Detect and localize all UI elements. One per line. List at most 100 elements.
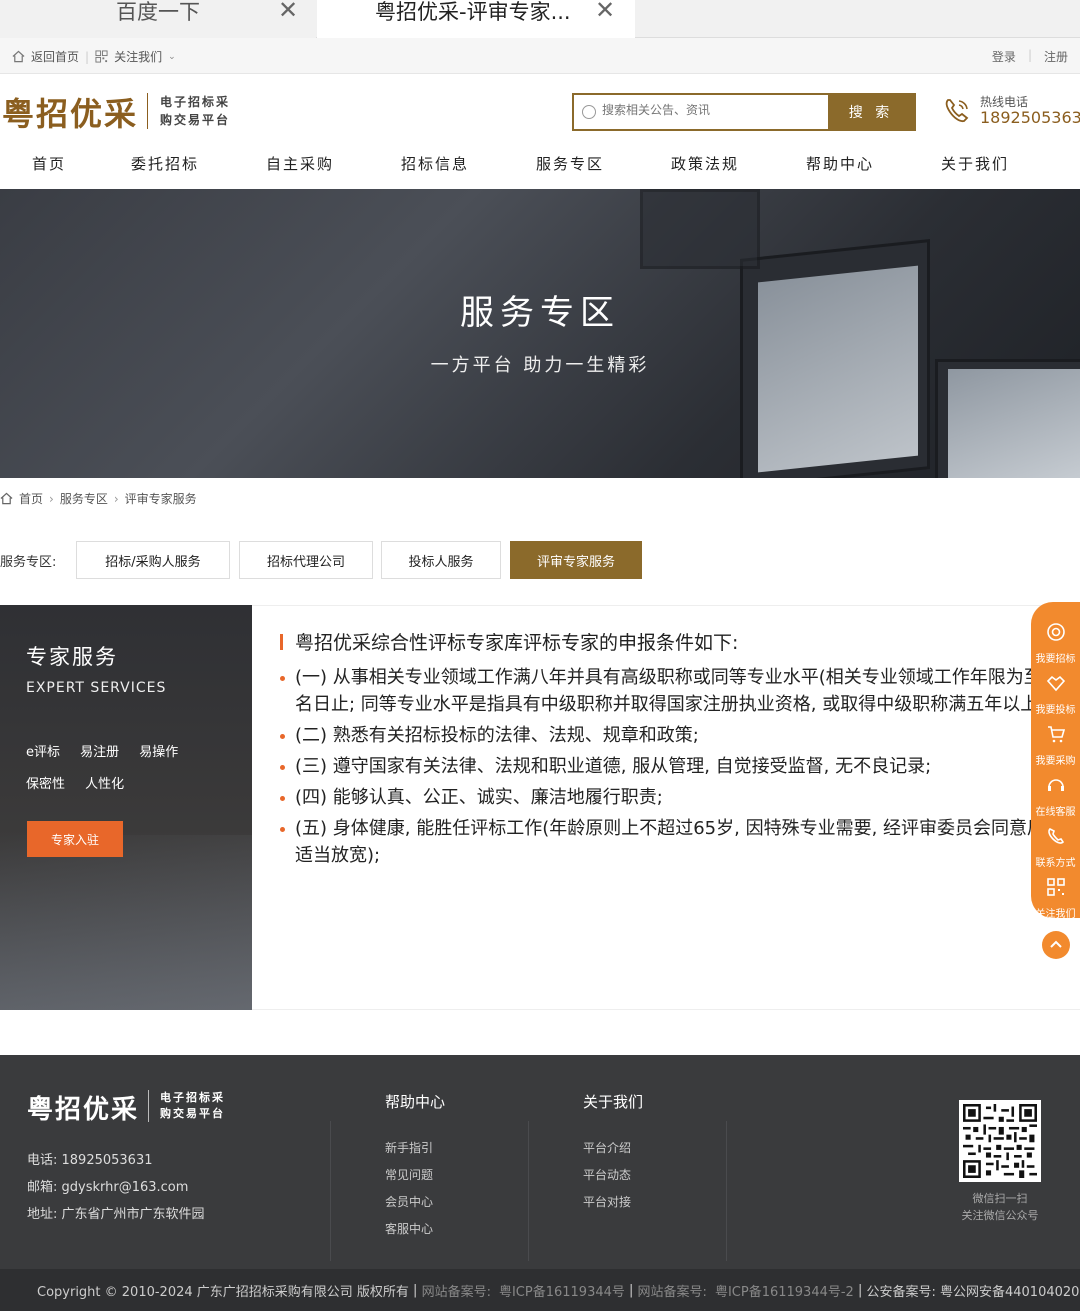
browser-tab-bar: 百度一下 ✕ 粤招优采-评审专家... ✕: [0, 0, 1080, 38]
footer-email: 邮箱: gdyskrhr@163.com: [27, 1180, 189, 1195]
divider: |: [408, 1282, 422, 1298]
requirements-list: (一) 从事相关专业领域工作满八年并具有高级职称或同等专业水平(相关专业领域工作…: [278, 664, 1068, 873]
list-item: (三) 遵守国家有关法律、法规和职业道德, 服从管理, 自觉接受监督, 无不良记…: [278, 753, 1068, 780]
nav-item-home[interactable]: 首页: [32, 153, 66, 174]
browser-tab-active[interactable]: 粤招优采-评审专家... ✕: [317, 0, 635, 38]
police-record[interactable]: 公安备案号: 粤公网安备44010402000761: [866, 1281, 1080, 1300]
float-item-label: 在线客服: [1035, 807, 1076, 818]
float-item-tender[interactable]: 我要招标: [1031, 614, 1080, 665]
nav-item-help[interactable]: 帮助中心: [806, 153, 874, 174]
close-icon[interactable]: ✕: [278, 0, 298, 24]
back-home-link[interactable]: 返回首页: [31, 48, 79, 65]
feature-tag: 人性化: [85, 777, 125, 792]
tab-expert-service[interactable]: 评审专家服务: [510, 541, 642, 579]
expert-service-panel: 专家服务 EXPERT SERVICES e评标 易注册 易操作 保密性 人性化…: [0, 605, 252, 1010]
divider: |: [853, 1282, 867, 1298]
site-footer: 粤招优采 电子招标采 购交易平台 电话: 18925053631 邮箱: gdy…: [0, 1055, 1080, 1269]
hotline-number: 18925053631: [980, 108, 1080, 127]
footer-link[interactable]: 客服中心: [385, 1216, 433, 1243]
float-item-purchase[interactable]: 我要采购: [1031, 716, 1080, 767]
expert-join-button[interactable]: 专家入驻: [27, 821, 123, 857]
float-item-bid[interactable]: 我要投标: [1031, 665, 1080, 716]
cart-icon: [1048, 726, 1066, 743]
footer-logo: 粤招优采: [27, 1095, 140, 1125]
float-item-contact[interactable]: 联系方式: [1031, 818, 1080, 869]
site-logo[interactable]: 粤招优采: [2, 89, 138, 135]
nav-item-self-purchase[interactable]: 自主采购: [266, 153, 334, 174]
divider: [330, 1121, 331, 1261]
icp-label: 网站备案号:: [637, 1284, 707, 1300]
search-button[interactable]: 搜 索: [828, 95, 914, 129]
footer-help-title: 帮助中心: [385, 1093, 446, 1111]
service-tabs: 服务专区: 招标/采购人服务 招标代理公司 投标人服务 评审专家服务: [0, 541, 1080, 579]
icp-number-link[interactable]: 粤ICP备16119344号-2: [715, 1281, 854, 1300]
qr-grid-icon: [95, 50, 108, 63]
chevron-up-icon: [1050, 940, 1062, 948]
close-icon[interactable]: ✕: [595, 0, 615, 24]
list-item: (一) 从事相关专业领域工作满八年并具有高级职称或同等专业水平(相关专业领域工作…: [278, 664, 1068, 718]
breadcrumb-home[interactable]: 首页: [19, 490, 43, 507]
chevron-right-icon: ›: [113, 491, 119, 506]
login-link[interactable]: 登录: [992, 48, 1016, 65]
qr-caption: 微信扫一扫 关注微信公众号: [940, 1190, 1060, 1224]
phone-icon: [1048, 828, 1065, 844]
breadcrumb-service[interactable]: 服务专区: [60, 490, 108, 507]
icp-number-link[interactable]: 粤ICP备16119344号: [499, 1281, 625, 1300]
feature-tag: 保密性: [26, 777, 66, 792]
nav-item-policy[interactable]: 政策法规: [671, 153, 739, 174]
laptop-graphic: [0, 835, 252, 1010]
qr-caption-line: 微信扫一扫: [972, 1192, 1028, 1205]
content-title-text: 粤招优采综合性评标专家库评标专家的申报条件如下:: [295, 632, 739, 654]
search-input[interactable]: [602, 103, 822, 117]
handshake-icon: [1046, 675, 1066, 692]
footer-link[interactable]: 新手指引: [385, 1135, 433, 1162]
feature-tags: e评标 易注册 易操作 保密性 人性化: [26, 737, 236, 801]
list-item: (四) 能够认真、公正、诚实、廉洁地履行职责;: [278, 784, 1068, 811]
tab-bidder-service[interactable]: 投标人服务: [381, 541, 501, 579]
nav-item-about[interactable]: 关于我们: [941, 153, 1009, 174]
hero-banner: 服务专区 一方平台 助力一生精彩: [0, 189, 1080, 478]
banner-title: 服务专区: [460, 293, 620, 333]
nav-item-service[interactable]: 服务专区: [536, 153, 604, 174]
phone-icon: [945, 99, 969, 123]
tab-title: 粤招优采-评审专家...: [375, 0, 571, 24]
icp-label: 网站备案号:: [421, 1284, 491, 1300]
footer-logo-subtitle: 电子招标采 购交易平台: [148, 1090, 225, 1122]
top-utility-bar: 返回首页 | 关注我们 ⌄ 登录 | 注册: [0, 38, 1080, 74]
requirements-content: 粤招优采综合性评标专家库评标专家的申报条件如下: (一) 从事相关专业领域工作满…: [252, 605, 1080, 1010]
logo-subtitle-line: 购交易平台: [160, 1107, 225, 1120]
browser-tab-baidu[interactable]: 百度一下 ✕: [0, 0, 316, 38]
footer-link[interactable]: 常见问题: [385, 1162, 433, 1189]
register-link[interactable]: 注册: [1044, 48, 1068, 65]
float-item-label: 联系方式: [1035, 858, 1076, 869]
tab-agency[interactable]: 招标代理公司: [239, 541, 373, 579]
main-nav: 首页 委托招标 自主采购 招标信息 服务专区 政策法规 帮助中心 关于我们: [0, 145, 1080, 189]
logo-subtitle-line: 电子招标采: [160, 95, 231, 109]
search-box: 搜 索: [572, 93, 916, 131]
footer-link[interactable]: 会员中心: [385, 1189, 433, 1216]
footer-link[interactable]: 平台动态: [583, 1162, 631, 1189]
footer-about-links: 平台介绍 平台动态 平台对接: [583, 1135, 631, 1216]
copyright-text: Copyright © 2010-2024 广东广招招标采购有限公司 版权所有: [37, 1284, 409, 1300]
footer-link[interactable]: 平台介绍: [583, 1135, 631, 1162]
tab-buyer-service[interactable]: 招标/采购人服务: [76, 541, 230, 579]
nav-item-entrust[interactable]: 委托招标: [131, 153, 199, 174]
logo-subtitle: 电子招标采 购交易平台: [147, 93, 230, 129]
float-item-follow[interactable]: 关注我们: [1031, 869, 1080, 920]
footer-link[interactable]: 平台对接: [583, 1189, 631, 1216]
back-to-top-button[interactable]: [1042, 931, 1070, 959]
qr-grid-icon: [1047, 878, 1065, 896]
nav-item-bid-info[interactable]: 招标信息: [401, 153, 469, 174]
float-item-online-service[interactable]: 在线客服: [1031, 767, 1080, 818]
divider: [528, 1121, 529, 1261]
site-header: 粤招优采 电子招标采 购交易平台 搜 索 热线电话 18925053631: [0, 75, 1080, 145]
panel-title: 专家服务: [26, 645, 118, 669]
footer-phone: 电话: 18925053631: [27, 1153, 153, 1168]
follow-us-link[interactable]: 关注我们: [114, 48, 162, 65]
service-tabs-label: 服务专区:: [0, 555, 57, 570]
chevron-down-icon[interactable]: ⌄: [168, 52, 176, 62]
divider: [726, 1121, 727, 1261]
list-item: (五) 身体健康, 能胜任评标工作(年龄原则上不超过65岁, 因特殊专业需要, …: [278, 815, 1068, 869]
panel-subtitle: EXPERT SERVICES: [26, 680, 167, 696]
breadcrumb: 首页 › 服务专区 › 评审专家服务: [0, 490, 197, 507]
